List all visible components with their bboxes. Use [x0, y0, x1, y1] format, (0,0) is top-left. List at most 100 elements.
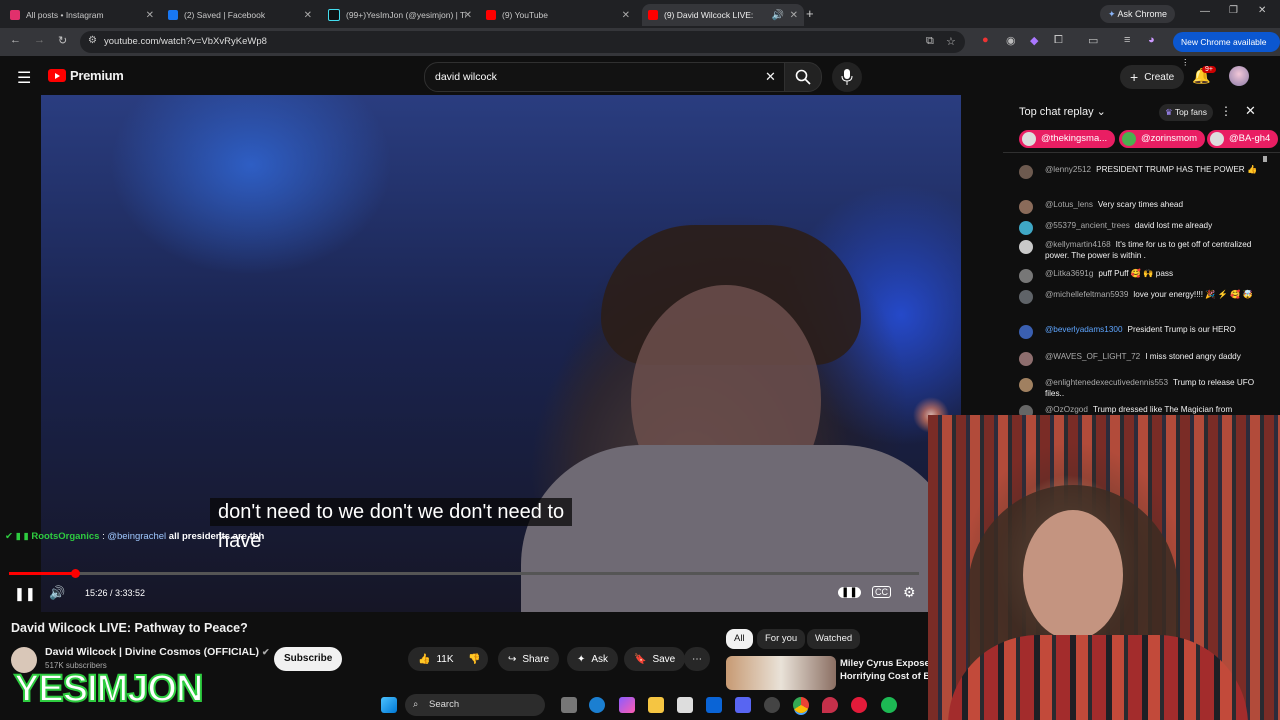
reload-icon[interactable]: ↻: [58, 34, 67, 47]
chat-divider: [1003, 152, 1280, 153]
chat-author[interactable]: @OzOzgod: [1045, 405, 1088, 414]
subscribe-button[interactable]: Subscribe: [274, 647, 343, 671]
chat-author[interactable]: @kellymartin4168: [1045, 240, 1111, 249]
taskbar-search-label: Search: [429, 699, 460, 710]
hamburger-menu-icon[interactable]: ☰: [17, 68, 31, 88]
video-progress-bar[interactable]: [9, 569, 919, 578]
close-tab-icon[interactable]: ✕: [146, 10, 154, 21]
chat-author[interactable]: @lenny2512: [1045, 165, 1091, 174]
close-tab-icon[interactable]: ✕: [790, 10, 798, 21]
speaker-icon[interactable]: 🔊: [772, 10, 784, 21]
spotify-icon[interactable]: [881, 697, 897, 713]
edge-icon[interactable]: [589, 697, 605, 713]
tab-instagram[interactable]: All posts • Instagram ✕: [10, 4, 160, 26]
close-tab-icon[interactable]: ✕: [464, 10, 472, 21]
cast-icon[interactable]: ⧉: [926, 35, 934, 48]
chat-avatar: [1019, 269, 1033, 283]
restore-button[interactable]: ❐: [1229, 5, 1238, 16]
address-bar[interactable]: ⚙ youtube.com/watch?v=VbXvRyKeWp8 ⧉ ☆: [80, 31, 965, 53]
reading-list-icon[interactable]: ≡: [1124, 34, 1130, 46]
ask-button[interactable]: ✦ Ask: [567, 647, 619, 671]
chat-author[interactable]: @michellefeltman5939: [1045, 290, 1128, 299]
share-button[interactable]: ↪ Share: [498, 647, 560, 671]
donor-chip[interactable]: @zorinsmom: [1119, 130, 1206, 148]
chat-avatar: [1019, 378, 1033, 392]
progress-scrubber-handle[interactable]: [70, 569, 80, 578]
maps-pin-icon[interactable]: [822, 697, 838, 713]
mail-icon[interactable]: [706, 697, 722, 713]
donor-name: @BA-gh4: [1229, 133, 1271, 144]
youtube-premium-logo[interactable]: Premium: [48, 68, 124, 83]
sidepanel-icon[interactable]: ▭: [1088, 34, 1098, 47]
chat-author[interactable]: @enlightenedexecutivedennis553: [1045, 378, 1168, 387]
voice-search-button[interactable]: [832, 62, 862, 92]
like-button[interactable]: 👍 11K: [408, 647, 464, 671]
chip-all[interactable]: All: [726, 629, 753, 649]
recommended-thumbnail[interactable]: [726, 656, 836, 690]
chat-avatar: [1019, 165, 1033, 179]
overlay-badge-icon: ✔ ▮ ▮: [5, 531, 32, 542]
account-avatar[interactable]: [1229, 66, 1249, 86]
chrome-icon[interactable]: [793, 697, 809, 713]
discord-icon[interactable]: [735, 697, 751, 713]
close-chat-icon[interactable]: ✕: [1245, 103, 1256, 119]
more-actions-button[interactable]: ⋯: [684, 647, 710, 671]
close-tab-icon[interactable]: ✕: [304, 10, 312, 21]
new-tab-button[interactable]: +: [806, 6, 814, 21]
store-icon[interactable]: [677, 697, 693, 713]
copilot-icon[interactable]: [619, 697, 635, 713]
extensions-puzzle-icon[interactable]: ⧠: [1054, 34, 1063, 47]
autoplay-toggle[interactable]: ❚❚: [838, 587, 861, 598]
minimize-button[interactable]: —: [1200, 6, 1210, 17]
chat-author[interactable]: @WAVES_OF_LIGHT_72: [1045, 352, 1140, 361]
tab-facebook[interactable]: (2) Saved | Facebook ✕: [168, 4, 318, 26]
bookmark-star-icon[interactable]: ☆: [946, 35, 956, 48]
search-button[interactable]: [784, 62, 822, 92]
channel-name[interactable]: David Wilcock | Divine Cosmos (OFFICIAL)…: [45, 646, 270, 658]
chip-watched[interactable]: Watched: [807, 629, 861, 649]
tab-active-video[interactable]: (9) David Wilcock LIVE: Path 🔊 ✕: [642, 4, 804, 26]
taskbar-search[interactable]: ⌕ Search: [405, 694, 545, 716]
recommended-title[interactable]: Miley Cyrus Exposes Horrifying Cost of B…: [840, 657, 936, 683]
dislike-button[interactable]: 👎: [460, 647, 489, 671]
forward-icon[interactable]: →: [34, 34, 45, 46]
profile-icon[interactable]: ◕: [1148, 34, 1155, 46]
obs-icon[interactable]: [764, 697, 780, 713]
tiktok-icon: [328, 9, 340, 21]
new-chrome-available-button[interactable]: New Chrome available ⋮: [1173, 32, 1280, 67]
ask-chrome-button[interactable]: ✦ Ask Chrome: [1100, 5, 1176, 23]
extension-icon[interactable]: ◆: [1030, 34, 1038, 47]
extension-record-icon[interactable]: ●: [982, 34, 989, 46]
search-input[interactable]: david wilcock ✕: [424, 62, 786, 92]
chat-author[interactable]: @55379_ancient_trees: [1045, 221, 1130, 230]
tab-tiktok[interactable]: (99+)YesImJon (@yesimjon) | Ti ✕: [328, 4, 478, 26]
chat-mode-dropdown[interactable]: Top chat replay ⌄: [1019, 105, 1106, 118]
top-fans-button[interactable]: ♛ Top fans: [1159, 104, 1213, 121]
tab-youtube[interactable]: (9) YouTube ✕: [486, 4, 636, 26]
app-red-icon[interactable]: [851, 697, 867, 713]
extension-icon[interactable]: ◉: [1006, 34, 1016, 47]
chat-author[interactable]: @Lotus_lens: [1045, 200, 1093, 209]
create-button[interactable]: + Create: [1120, 65, 1185, 89]
volume-icon[interactable]: 🔊: [49, 585, 65, 601]
tab-label: (2) Saved | Facebook: [184, 10, 266, 20]
more-vert-icon[interactable]: ⋮: [1220, 104, 1232, 118]
task-view-icon[interactable]: [561, 697, 577, 713]
donor-chip[interactable]: @BA-gh4: [1207, 130, 1279, 148]
close-tab-icon[interactable]: ✕: [622, 10, 630, 21]
chat-scrollbar[interactable]: [1263, 156, 1267, 162]
save-button[interactable]: 🔖 Save: [624, 647, 686, 671]
close-window-button[interactable]: ✕: [1258, 5, 1266, 16]
donor-chip[interactable]: @thekingsma...: [1019, 130, 1116, 148]
closed-captions-icon[interactable]: CC: [872, 586, 891, 598]
chat-author[interactable]: @Litka3691g: [1045, 269, 1093, 278]
chip-for-you[interactable]: For you: [757, 629, 806, 649]
pause-icon[interactable]: ❚❚: [14, 586, 36, 602]
site-info-icon[interactable]: ⚙: [88, 35, 97, 46]
windows-start-icon[interactable]: [381, 697, 397, 713]
clear-search-icon[interactable]: ✕: [765, 69, 776, 85]
file-explorer-icon[interactable]: [648, 697, 664, 713]
chat-author[interactable]: @beverlyadams1300: [1045, 325, 1123, 334]
back-icon[interactable]: ←: [10, 34, 21, 46]
settings-gear-icon[interactable]: ⚙: [903, 584, 916, 601]
